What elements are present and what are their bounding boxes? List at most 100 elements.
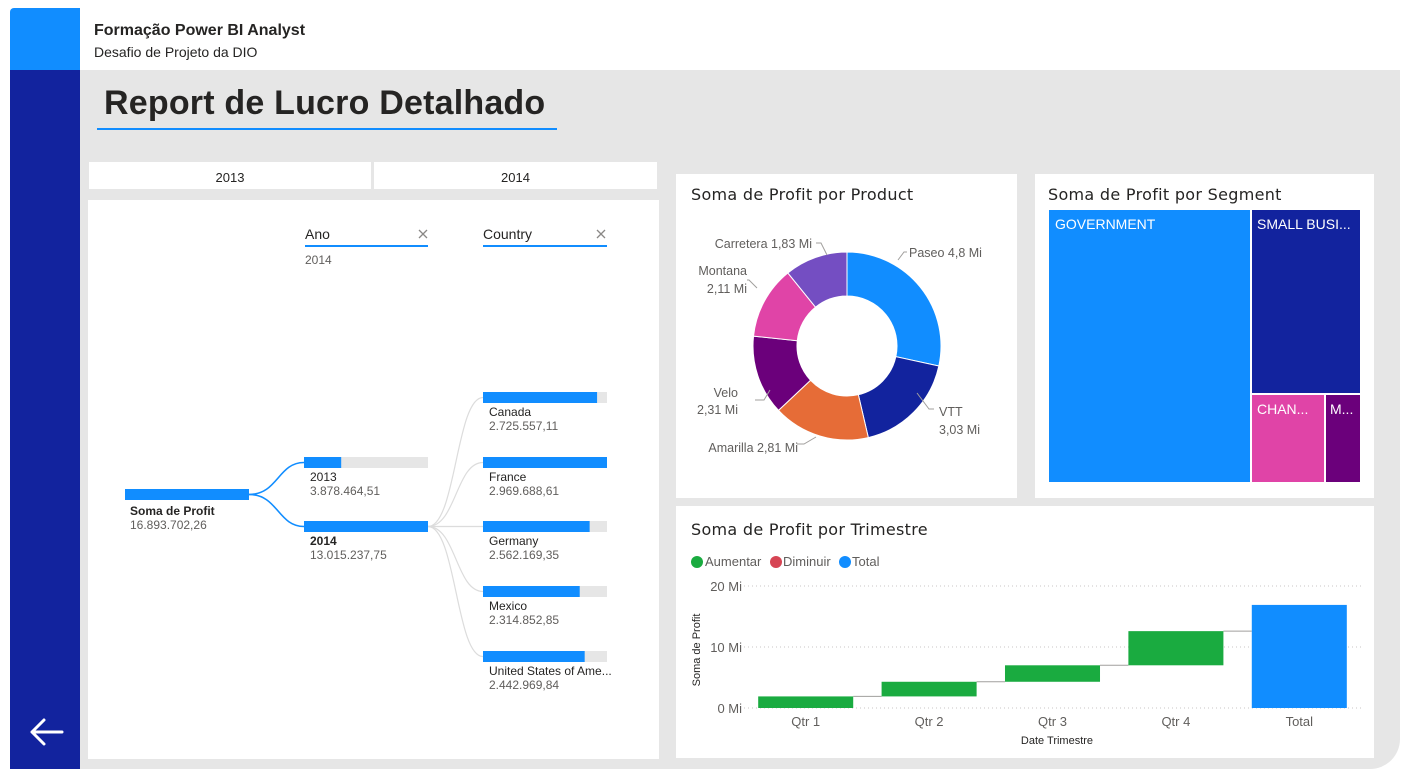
label-velo-value: 2,31 Mi bbox=[697, 403, 738, 417]
country-node[interactable]: Mexico2.314.852,85 bbox=[483, 586, 607, 627]
level-underline-country bbox=[483, 245, 607, 247]
waterfall-y-axis-title: Soma de Profit bbox=[691, 614, 703, 687]
waterfall-bar-total[interactable] bbox=[1251, 604, 1347, 708]
donut-slice-paseo[interactable] bbox=[846, 251, 942, 367]
waterfall-card: Soma de Profit por Trimestre Aumentar Di… bbox=[676, 506, 1374, 758]
country-value: 2.725.557,11 bbox=[489, 419, 559, 433]
country-label: France bbox=[489, 470, 527, 484]
treemap-label-midmarket: M... bbox=[1330, 401, 1354, 417]
level-underline-ano bbox=[305, 245, 428, 247]
level-country-close-icon[interactable] bbox=[596, 229, 606, 239]
label-montana-name: Montana bbox=[698, 264, 747, 278]
treemap-cell-midmarket[interactable]: M... bbox=[1325, 394, 1361, 483]
label-carretera: Carretera 1,83 Mi bbox=[715, 237, 812, 251]
treemap-card: Soma de Profit por Segment GOVERNMENT SM… bbox=[1035, 174, 1374, 498]
country-value: 2.442.969,84 bbox=[489, 678, 559, 692]
waterfall-x-ticks: Qtr 1 Qtr 2 Qtr 3 Qtr 4 Total bbox=[791, 714, 1313, 729]
country-label: United States of Ame... bbox=[489, 664, 612, 678]
year-slicer-2014[interactable]: 2014 bbox=[374, 162, 657, 189]
country-bar bbox=[483, 521, 590, 532]
x-tick-label: Total bbox=[1286, 714, 1314, 729]
legend-dot-total bbox=[839, 556, 851, 568]
level-header-ano: Ano bbox=[305, 226, 330, 242]
year-label: 2013 bbox=[310, 470, 337, 484]
country-label: Mexico bbox=[489, 599, 527, 613]
year-label: 2014 bbox=[310, 534, 337, 548]
label-amarilla: Amarilla 2,81 Mi bbox=[708, 441, 798, 455]
country-bar bbox=[483, 392, 598, 403]
waterfall-chart: Aumentar Diminuir Total 0 Mi 10 Mi 20 Mi Q… bbox=[691, 554, 1361, 747]
header-subtitle: Desafio de Projeto da DIO bbox=[94, 44, 258, 60]
year-bar bbox=[304, 457, 342, 468]
country-bar bbox=[483, 651, 585, 662]
treemap-cell-small-business[interactable]: SMALL BUSI... bbox=[1251, 209, 1361, 394]
back-arrow-icon[interactable] bbox=[26, 712, 66, 752]
label-montana-value: 2,11 Mi bbox=[707, 282, 747, 296]
year-nodes: 20133.878.464,51 201413.015.237,75 bbox=[304, 457, 428, 562]
y-tick-label: 0 Mi bbox=[717, 701, 742, 716]
root-value: 16.893.702,26 bbox=[130, 518, 207, 532]
level-header-country: Country bbox=[483, 226, 532, 242]
country-node[interactable]: Germany2.562.169,35 bbox=[483, 521, 607, 562]
waterfall-legend: Aumentar Diminuir Total bbox=[691, 554, 880, 569]
tree-link-year-country bbox=[427, 396, 484, 528]
country-value: 2.562.169,35 bbox=[489, 548, 559, 562]
country-bar bbox=[483, 457, 607, 468]
y-tick-label: 20 Mi bbox=[710, 579, 742, 594]
country-label: Germany bbox=[489, 534, 538, 548]
x-tick-label: Qtr 4 bbox=[1161, 714, 1190, 729]
year-node[interactable]: 20133.878.464,51 bbox=[304, 457, 428, 498]
treemap-cell-channel[interactable]: CHAN... bbox=[1251, 394, 1325, 483]
root-bar bbox=[125, 489, 249, 500]
year-value: 3.878.464,51 bbox=[310, 484, 380, 498]
title-underline bbox=[97, 128, 557, 130]
tree-link-year-country bbox=[427, 525, 484, 658]
treemap-label-channel: CHAN... bbox=[1257, 401, 1309, 417]
country-node[interactable]: United States of Ame...2.442.969,84 bbox=[483, 651, 612, 692]
treemap-label-government: GOVERNMENT bbox=[1055, 216, 1156, 232]
waterfall-bars bbox=[758, 604, 1347, 708]
label-vtt-value: 3,03 Mi bbox=[939, 423, 980, 437]
country-node[interactable]: France2.969.688,61 bbox=[483, 457, 607, 498]
year-node[interactable]: 201413.015.237,75 bbox=[304, 521, 428, 562]
label-vtt-name: VTT bbox=[939, 405, 963, 419]
country-node[interactable]: Canada2.725.557,11 bbox=[483, 392, 607, 433]
tree-link-root-year bbox=[248, 461, 305, 496]
level-ano-close-icon[interactable] bbox=[418, 229, 428, 239]
waterfall-bar-qtr-2[interactable] bbox=[881, 681, 977, 697]
country-label: Canada bbox=[489, 405, 531, 419]
year-value: 13.015.237,75 bbox=[310, 548, 387, 562]
legend-label-diminuir: Diminuir bbox=[783, 554, 831, 569]
country-nodes: Canada2.725.557,11 France2.969.688,61 Germ… bbox=[483, 392, 612, 692]
donut-chart: Paseo 4,8 Mi VTT 3,03 Mi Amarilla 2,81 M… bbox=[697, 237, 982, 455]
report-page: Formação Power BI Analyst Desafio de Pro… bbox=[0, 0, 1407, 781]
waterfall-y-ticks: 0 Mi 10 Mi 20 Mi bbox=[710, 579, 742, 716]
country-value: 2.314.852,85 bbox=[489, 613, 559, 627]
legend-label-total: Total bbox=[852, 554, 880, 569]
decomposition-tree: Ano 2014 Country Soma de Profit 16.893.7… bbox=[125, 226, 612, 692]
y-tick-label: 10 Mi bbox=[710, 640, 742, 655]
report-title: Report de Lucro Detalhado bbox=[104, 84, 546, 122]
waterfall-bar-qtr-3[interactable] bbox=[1004, 665, 1101, 682]
tree-link-year-country bbox=[427, 525, 484, 593]
tree-root-node[interactable]: Soma de Profit 16.893.702,26 bbox=[125, 489, 249, 532]
year-bar bbox=[304, 521, 428, 532]
legend-dot-diminuir bbox=[770, 556, 782, 568]
level-selected-ano: 2014 bbox=[305, 253, 332, 267]
country-value: 2.969.688,61 bbox=[489, 484, 559, 498]
app-logo bbox=[10, 8, 80, 70]
donut-slices bbox=[752, 251, 942, 441]
legend-dot-aumentar bbox=[691, 556, 703, 568]
waterfall-bar-qtr-4[interactable] bbox=[1128, 631, 1224, 666]
country-bar bbox=[483, 586, 580, 597]
year-slicer-2013[interactable]: 2013 bbox=[89, 162, 371, 189]
treemap-title: Soma de Profit por Segment bbox=[1048, 185, 1282, 204]
treemap-cell-government[interactable]: GOVERNMENT bbox=[1048, 209, 1251, 483]
label-paseo: Paseo 4,8 Mi bbox=[909, 246, 982, 260]
legend-label-aumentar: Aumentar bbox=[705, 554, 762, 569]
donut-slice-vtt[interactable] bbox=[857, 356, 940, 439]
tree-link-root-year bbox=[248, 493, 305, 528]
treemap-label-small-business: SMALL BUSI... bbox=[1257, 216, 1351, 232]
waterfall-bar-qtr-1[interactable] bbox=[758, 696, 854, 708]
root-label: Soma de Profit bbox=[130, 504, 215, 518]
